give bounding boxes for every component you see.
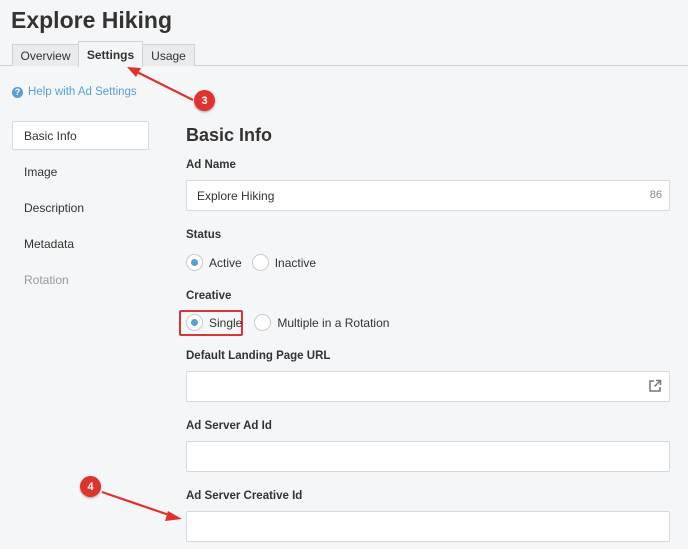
annotation-arrow-3 (136, 71, 194, 101)
annotation-arrow-4 (101, 490, 173, 518)
annotation-arrows (101, 67, 194, 521)
annotation-badge-4: 4 (80, 476, 101, 497)
tab-settings[interactable]: Settings (78, 41, 143, 67)
arrowhead-4 (165, 511, 182, 521)
annotation-badge-3: 3 (194, 90, 215, 111)
